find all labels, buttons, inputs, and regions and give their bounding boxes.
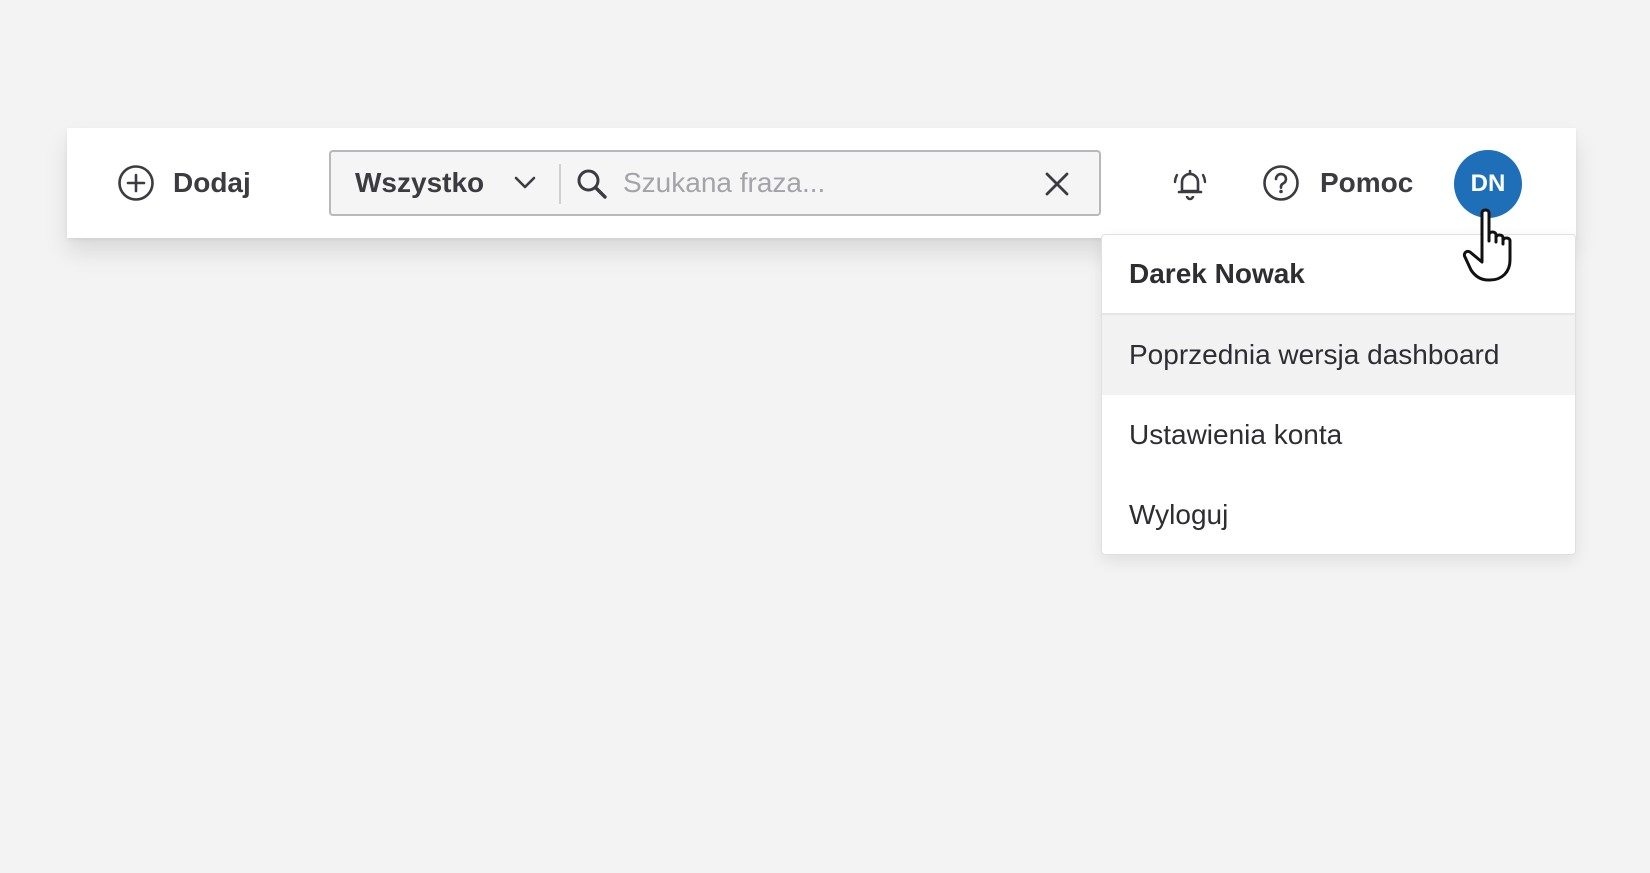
search-bar: Wszystko bbox=[329, 150, 1101, 216]
add-button[interactable]: Dodaj bbox=[117, 163, 251, 203]
search-input[interactable] bbox=[623, 160, 1023, 206]
chevron-down-icon bbox=[514, 176, 536, 189]
user-name: Darek Nowak bbox=[1129, 258, 1305, 289]
search-divider bbox=[559, 164, 561, 204]
menu-item-logout[interactable]: Wyloguj bbox=[1102, 475, 1575, 554]
help-button-label: Pomoc bbox=[1320, 167, 1414, 198]
question-circle-icon bbox=[1263, 165, 1299, 201]
top-navigation-bar: Dodaj Wszystko Po bbox=[67, 128, 1576, 238]
menu-item-account-settings[interactable]: Ustawienia konta bbox=[1102, 395, 1575, 475]
user-menu-dropdown: Darek Nowak Poprzednia wersja dashboard … bbox=[1101, 234, 1576, 555]
help-button[interactable]: Pomoc bbox=[1262, 163, 1413, 203]
search-scope-value: Wszystko bbox=[355, 167, 485, 198]
search-icon bbox=[577, 169, 607, 199]
add-button-label: Dodaj bbox=[173, 167, 251, 198]
user-menu-header: Darek Nowak bbox=[1102, 235, 1575, 315]
menu-item-previous-dashboard[interactable]: Poprzednia wersja dashboard bbox=[1102, 315, 1575, 395]
plus-circle-icon bbox=[118, 165, 154, 201]
bell-icon[interactable] bbox=[1170, 164, 1210, 204]
search-scope-select[interactable]: Wszystko bbox=[331, 152, 559, 214]
user-avatar-button[interactable]: DN bbox=[1454, 150, 1522, 218]
close-icon[interactable] bbox=[1043, 170, 1071, 198]
